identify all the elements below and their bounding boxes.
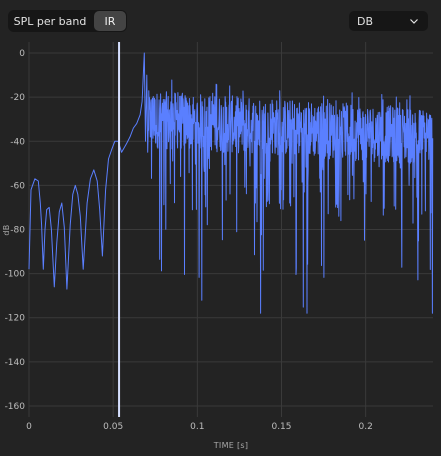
x-tick-label: 0.1 [190, 422, 204, 432]
y-tick-label: -160 [5, 402, 26, 412]
y-tick-label: -40 [10, 137, 25, 147]
x-tick-label: 0.2 [359, 422, 373, 432]
chevron-down-icon [410, 18, 418, 24]
y-tick-label: -80 [10, 226, 25, 236]
view-tab-group: SPL per band IR [8, 10, 127, 32]
grid-lines [28, 42, 433, 417]
y-tick-label: -100 [5, 270, 26, 280]
series-line [28, 52, 434, 314]
tab-spl-per-band[interactable]: SPL per band [8, 10, 92, 32]
x-axis-label: TIME [s] [213, 441, 249, 450]
y-tick-label: -120 [5, 314, 26, 324]
impulse-response-chart[interactable]: 0 -20 -40 -60 -80 -100 -120 -140 -160 0 0.05 0.1 0.… [0, 0, 441, 456]
tab-ir[interactable]: IR [94, 11, 126, 31]
y-tick-label: -140 [5, 358, 26, 368]
y-axis-label: dB [2, 224, 11, 235]
unit-dropdown-value: DB [357, 14, 374, 28]
unit-dropdown[interactable]: DB [349, 11, 428, 31]
x-tick-label: 0.15 [271, 422, 291, 432]
x-tick-label: 0 [26, 422, 32, 432]
x-tick-label: 0.05 [103, 422, 123, 432]
x-axis-ticks: 0 0.05 0.1 0.15 0.2 [26, 422, 373, 432]
y-tick-label: -60 [10, 181, 25, 191]
y-tick-label: -20 [10, 93, 25, 103]
y-tick-label: 0 [19, 49, 25, 59]
